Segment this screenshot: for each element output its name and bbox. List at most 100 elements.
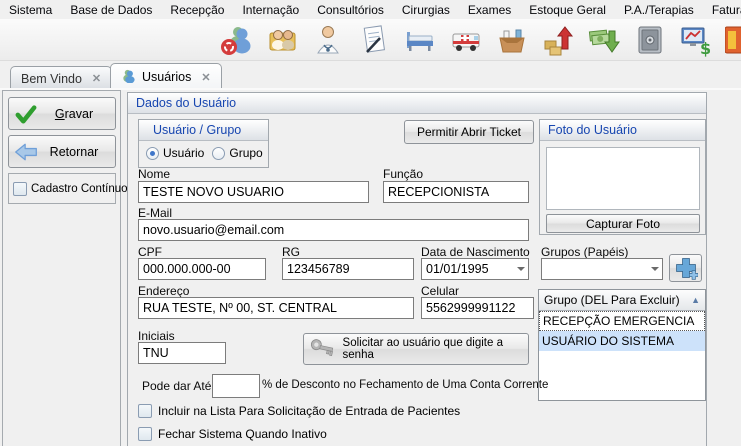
nascimento-label: Data de Nascimento	[421, 245, 530, 259]
fechar-sistema-row: Fechar Sistema Quando Inativo	[138, 427, 327, 441]
iniciais-input[interactable]	[138, 342, 226, 364]
cpf-input[interactable]	[138, 258, 266, 280]
menu-internacao[interactable]: Internação	[233, 1, 308, 19]
rg-label: RG	[282, 245, 300, 259]
sidebar: Gravar Retornar Cadastro Contínuo	[2, 90, 121, 446]
menu-base-de-dados[interactable]: Base de Dados	[61, 1, 161, 19]
endereco-input[interactable]	[138, 297, 414, 319]
retornar-button[interactable]: Retornar	[8, 135, 116, 168]
chevron-down-icon[interactable]	[517, 267, 525, 271]
dados-usuario-title: Dados do Usuário	[128, 93, 706, 114]
usuario-grupo-title: Usuário / Grupo	[139, 120, 268, 141]
funcao-label: Função	[383, 167, 423, 181]
tab-bar: Bem Vindo ✕ Usuários ✕	[0, 61, 741, 90]
email-label: E-Mail	[138, 206, 172, 220]
doctor-icon[interactable]	[309, 22, 346, 58]
close-icon[interactable]: ✕	[197, 71, 210, 84]
key-icon	[309, 337, 338, 361]
celular-input[interactable]	[421, 297, 534, 319]
permitir-abrir-ticket-button[interactable]: Permitir Abrir Ticket	[404, 120, 534, 144]
grupos-combobox[interactable]	[541, 258, 663, 280]
menu-recepcao[interactable]: Recepção	[161, 1, 233, 19]
tab-label: Usuários	[142, 70, 191, 84]
radio-usuario[interactable]	[146, 147, 159, 160]
fechar-sistema-checkbox[interactable]	[138, 427, 152, 441]
solicitar-senha-button[interactable]: Solicitar ao usuário que digite a senha	[303, 333, 529, 365]
grupo-list: Grupo (DEL Para Excluir) ▲ RECEPÇÃO EMER…	[538, 289, 706, 401]
list-item[interactable]: USUÁRIO DO SISTEMA	[539, 331, 705, 351]
desconto-input[interactable]	[212, 374, 260, 398]
radio-grupo[interactable]	[212, 147, 225, 160]
radio-grupo-label: Grupo	[229, 146, 262, 160]
incluir-lista-row: Incluir na Lista Para Solicitação de Ent…	[138, 404, 460, 418]
users-tab-icon	[121, 68, 136, 86]
hospital-bed-icon[interactable]	[401, 22, 438, 58]
ambulance-icon[interactable]	[447, 22, 484, 58]
sort-asc-icon[interactable]: ▲	[691, 295, 700, 305]
menu-sistema[interactable]: Sistema	[0, 1, 61, 19]
capturar-foto-button[interactable]: Capturar Foto	[546, 214, 700, 233]
fechar-sistema-label: Fechar Sistema Quando Inativo	[158, 427, 327, 441]
nascimento-datepicker[interactable]	[421, 258, 529, 280]
stock-up-icon[interactable]	[539, 22, 576, 58]
medicine-box-icon[interactable]	[493, 22, 530, 58]
money-down-icon[interactable]	[585, 22, 622, 58]
incluir-lista-label: Incluir na Lista Para Solicitação de Ent…	[158, 404, 460, 418]
grupos-papeis-label: Grupos (Papéis)	[541, 245, 628, 259]
cadastro-continuo-label: Cadastro Contínuo	[31, 183, 128, 195]
gravar-button[interactable]: Gravar	[8, 97, 116, 130]
document-pen-icon[interactable]	[355, 22, 392, 58]
svg-text:$: $	[700, 39, 711, 57]
users-sync-icon[interactable]	[217, 22, 254, 58]
grupos-combo-input[interactable]	[541, 258, 663, 280]
check-icon	[9, 104, 43, 124]
iniciais-label: Iniciais	[138, 329, 175, 343]
close-icon[interactable]: ✕	[88, 72, 101, 85]
funcao-input[interactable]	[383, 181, 529, 203]
menu-cirurgias[interactable]: Cirurgias	[393, 1, 459, 19]
menu-faturamento[interactable]: Faturamento	[703, 1, 741, 19]
desconto-suffix-label: % de Desconto no Fechamento de Uma Conta…	[262, 379, 548, 391]
nome-input[interactable]	[138, 181, 369, 203]
add-plus-icon	[674, 256, 698, 280]
safe-icon[interactable]	[631, 22, 668, 58]
usuario-grupo-group: Usuário / Grupo Usuário Grupo	[138, 119, 269, 168]
cadastro-continuo-checkbox[interactable]	[13, 182, 27, 196]
nome-label: Nome	[138, 167, 170, 181]
menu-estoque-geral[interactable]: Estoque Geral	[520, 1, 615, 19]
tab-bem-vindo[interactable]: Bem Vindo ✕	[10, 66, 112, 90]
endereco-label: Endereço	[138, 284, 189, 298]
list-item[interactable]: RECEPÇÃO EMERGENCIA	[539, 311, 705, 331]
clipped-icon[interactable]	[723, 22, 741, 58]
people-folder-icon[interactable]	[263, 22, 300, 58]
solicitar-senha-label: Solicitar ao usuário que digite a senha	[343, 337, 528, 361]
menu-exames[interactable]: Exames	[459, 1, 520, 19]
dados-usuario-group: Dados do Usuário Usuário / Grupo Usuário…	[127, 92, 707, 446]
app-window: Sistema Base de Dados Recepção Internaçã…	[0, 0, 741, 446]
menu-pa-terapias[interactable]: P.A./Terapias	[615, 1, 703, 19]
cadastro-continuo-panel: Cadastro Contínuo	[8, 173, 116, 204]
incluir-lista-checkbox[interactable]	[138, 404, 152, 418]
add-group-button[interactable]	[669, 254, 702, 282]
foto-usuario-group: Foto do Usuário Capturar Foto	[539, 119, 706, 235]
finance-chart-icon[interactable]: $	[677, 22, 714, 58]
nascimento-input[interactable]	[421, 258, 529, 280]
grupo-list-header[interactable]: Grupo (DEL Para Excluir) ▲	[539, 290, 705, 311]
radio-usuario-label: Usuário	[163, 146, 204, 160]
menu-bar: Sistema Base de Dados Recepção Internaçã…	[0, 0, 741, 19]
retornar-label: Retornar	[43, 145, 115, 159]
grupo-list-header-label: Grupo (DEL Para Excluir)	[544, 293, 680, 307]
foto-usuario-title: Foto do Usuário	[540, 120, 705, 141]
tab-usuarios[interactable]: Usuários ✕	[110, 63, 222, 90]
arrow-left-icon	[9, 142, 43, 162]
gravar-label: Gravar	[43, 107, 115, 121]
toolbar: $	[0, 19, 741, 61]
tab-label: Bem Vindo	[21, 72, 82, 86]
cpf-label: CPF	[138, 245, 162, 259]
desconto-prefix-label: Pode dar Até:	[142, 379, 215, 393]
chevron-down-icon[interactable]	[651, 267, 659, 271]
email-input[interactable]	[138, 219, 529, 241]
rg-input[interactable]	[282, 258, 414, 280]
foto-preview	[546, 147, 700, 210]
menu-consultorios[interactable]: Consultórios	[308, 1, 393, 19]
